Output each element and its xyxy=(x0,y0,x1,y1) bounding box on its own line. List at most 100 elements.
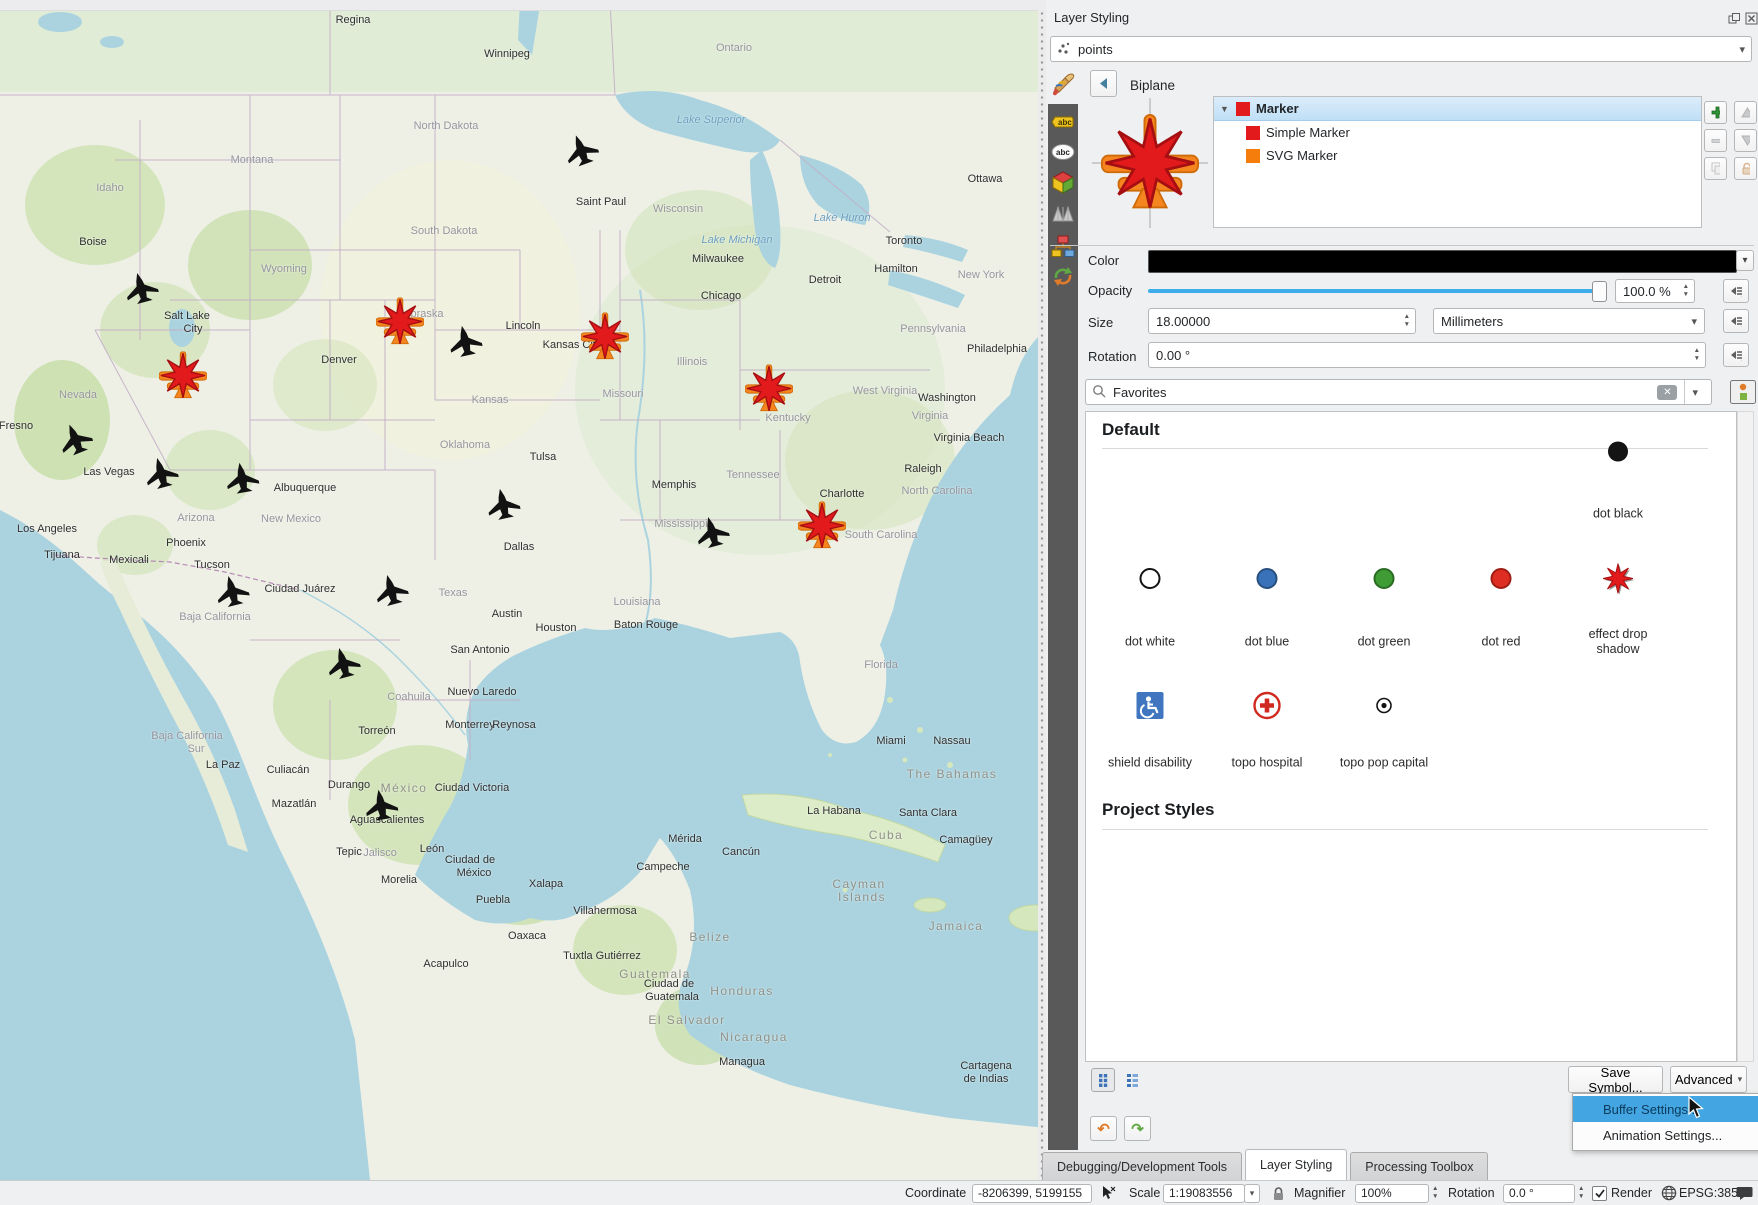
remove-symbol-layer-button[interactable] xyxy=(1704,129,1727,152)
layer-selector[interactable]: points ▾ xyxy=(1050,36,1752,62)
symbol-shield-disability[interactable] xyxy=(1137,692,1164,722)
lock-colors-button[interactable] xyxy=(1734,157,1757,180)
render-checkbox[interactable] xyxy=(1592,1186,1607,1201)
map-label: Baja California xyxy=(179,611,251,623)
size-spinbox[interactable]: 18.00000 ▲▼ xyxy=(1148,308,1416,334)
spinner-arrows[interactable]: ▲▼ xyxy=(1399,314,1415,328)
rotation-spinbox[interactable]: 0.0 ° xyxy=(1503,1184,1575,1203)
map-label: Islands xyxy=(838,890,886,904)
clear-search-icon[interactable]: ✕ xyxy=(1657,385,1677,400)
expander-icon[interactable]: ▼ xyxy=(1220,104,1230,114)
icon-view-toggle[interactable] xyxy=(1091,1068,1115,1092)
advanced-button[interactable]: Advanced ▾ xyxy=(1670,1066,1747,1093)
symbol-dot-red[interactable] xyxy=(1488,566,1514,595)
magnifier-spinbox[interactable]: 100% xyxy=(1355,1184,1429,1203)
spinner-arrows[interactable]: ▲▼ xyxy=(1678,284,1694,298)
symbol-dot-black[interactable] xyxy=(1605,439,1631,468)
tab-debugging-development-tools[interactable]: Debugging/Development Tools xyxy=(1042,1152,1242,1180)
menu-item[interactable]: Buffer Settings... xyxy=(1573,1096,1758,1122)
attributes-form-icon[interactable] xyxy=(1051,234,1075,258)
symbol-tree-row[interactable]: SVG Marker xyxy=(1214,144,1701,167)
coordinate-input[interactable]: -8206399, 5199155 xyxy=(972,1184,1092,1203)
symbol-topo-pop-capital[interactable] xyxy=(1374,696,1394,719)
lock-icon[interactable] xyxy=(1272,1181,1285,1205)
map-label: North Dakota xyxy=(414,120,479,132)
map-label: Tijuana xyxy=(44,549,80,561)
render-label: Render xyxy=(1611,1181,1652,1205)
move-down-button[interactable] xyxy=(1734,129,1757,152)
opacity-spinbox[interactable]: 100.0 % ▲▼ xyxy=(1615,279,1695,303)
move-up-button[interactable] xyxy=(1734,101,1757,124)
map-label: Toronto xyxy=(886,235,923,247)
map-label: Kansas xyxy=(472,394,509,406)
symbol-search-input[interactable]: Favorites ✕ ▾ xyxy=(1085,379,1712,405)
map-label: Tuxtla Gutiérrez xyxy=(563,950,641,962)
save-symbol-button[interactable]: Save Symbol... xyxy=(1568,1066,1663,1093)
browser-scrollbar[interactable] xyxy=(1737,411,1754,1062)
opacity-slider-handle[interactable] xyxy=(1592,281,1607,302)
redo-button[interactable]: ↷ xyxy=(1124,1116,1151,1141)
symbol-dot-white[interactable] xyxy=(1137,566,1163,595)
divider xyxy=(1050,245,1754,246)
menu-item[interactable]: Animation Settings... xyxy=(1573,1122,1758,1148)
color-dropdown-arrow[interactable]: ▾ xyxy=(1736,250,1754,271)
symbol-browser[interactable]: Default dot blackdot whitedot bluedot gr… xyxy=(1085,411,1737,1062)
symbol-effect-drop-shadow[interactable] xyxy=(1600,561,1636,600)
map-label: Illinois xyxy=(677,356,708,368)
map-label: Coahuila xyxy=(387,691,430,703)
airplane-marker xyxy=(123,270,159,309)
symbol-layer-label: Simple Marker xyxy=(1266,125,1350,140)
size-unit-combo[interactable]: Millimeters ▾ xyxy=(1433,308,1705,334)
symbol-swatch xyxy=(1246,149,1260,163)
spinner-arrows[interactable]: ▲▼ xyxy=(1429,1186,1441,1200)
add-symbol-layer-button[interactable] xyxy=(1704,101,1727,124)
panel-splitter[interactable] xyxy=(1038,10,1046,1180)
map-label: South Carolina xyxy=(845,529,918,541)
map-label: Nevada xyxy=(59,389,97,401)
scale-dropdown-arrow[interactable]: ▾ xyxy=(1244,1184,1260,1203)
float-panel-icon[interactable] xyxy=(1728,12,1742,26)
history-icon[interactable] xyxy=(1051,264,1075,288)
symbol-dot-blue[interactable] xyxy=(1254,566,1280,595)
map-label: León xyxy=(420,843,444,855)
symbology-icon[interactable] xyxy=(1052,72,1078,101)
map-label: Florida xyxy=(864,659,898,671)
symbol-tree-row[interactable]: Simple Marker xyxy=(1214,121,1701,144)
symbol-tree[interactable]: ▼Marker Simple Marker SVG Marker xyxy=(1213,96,1702,228)
symbol-dot-green[interactable] xyxy=(1371,566,1397,595)
back-button[interactable] xyxy=(1090,70,1117,97)
undo-button[interactable]: ↶ xyxy=(1090,1116,1117,1141)
labels-icon[interactable]: abc xyxy=(1051,110,1075,134)
tab-layer-styling[interactable]: Layer Styling xyxy=(1245,1149,1347,1180)
map-label: La Paz xyxy=(206,759,240,771)
duplicate-layer-button[interactable] xyxy=(1704,157,1727,180)
symbol-swatch xyxy=(1236,102,1250,116)
opacity-slider[interactable] xyxy=(1148,289,1606,293)
scale-combo[interactable]: 1:19083556 xyxy=(1163,1184,1245,1203)
spinner-arrows[interactable]: ▲▼ xyxy=(1575,1186,1587,1200)
tab-processing-toolbox[interactable]: Processing Toolbox xyxy=(1350,1152,1488,1180)
size-data-define-button[interactable] xyxy=(1723,309,1749,333)
symbol-tree-row[interactable]: ▼Marker xyxy=(1214,97,1701,121)
map-label: Winnipeg xyxy=(484,48,530,60)
3d-view-icon[interactable] xyxy=(1051,170,1075,194)
diagrams-icon[interactable] xyxy=(1051,202,1075,226)
style-manager-button[interactable]: a xyxy=(1730,380,1756,404)
rotation-data-define-button[interactable] xyxy=(1723,343,1749,367)
list-view-toggle[interactable] xyxy=(1120,1068,1144,1092)
map-label: Oklahoma xyxy=(440,439,490,451)
close-panel-icon[interactable] xyxy=(1745,12,1758,26)
spinner-arrows[interactable]: ▲▼ xyxy=(1689,348,1705,362)
bottom-dock-tabs: Debugging/Development ToolsLayer Styling… xyxy=(1042,1150,1488,1180)
symbol-topo-hospital[interactable] xyxy=(1252,691,1282,724)
opacity-data-define-button[interactable] xyxy=(1723,279,1749,303)
messages-icon[interactable] xyxy=(1736,1181,1753,1205)
masks-icon[interactable]: abc xyxy=(1051,140,1075,164)
panel-title: Layer Styling xyxy=(1054,10,1129,25)
map-label: Monterrey xyxy=(445,719,495,731)
color-swatch-button[interactable] xyxy=(1148,250,1737,273)
map-canvas[interactable]: ReginaWinnipegOntarioLake SuperiorNorth … xyxy=(0,0,1046,1180)
rotation-spinbox[interactable]: 0.00 ° ▲▼ xyxy=(1148,342,1706,368)
extents-pointer-icon[interactable] xyxy=(1100,1181,1117,1205)
search-filter-dropdown[interactable]: ▾ xyxy=(1684,380,1705,404)
